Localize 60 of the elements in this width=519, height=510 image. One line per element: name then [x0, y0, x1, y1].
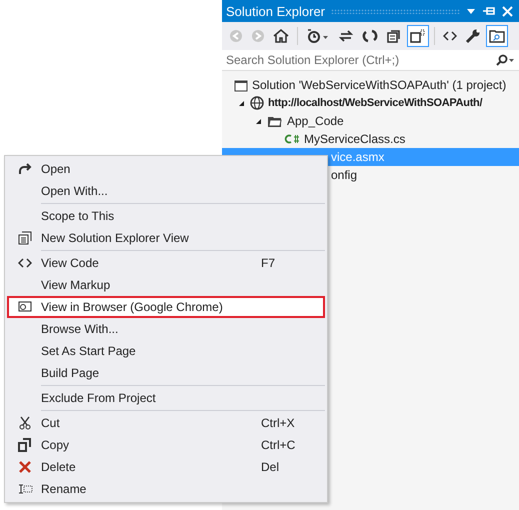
globe-icon: [250, 96, 264, 110]
tree-row[interactable]: http://localhost/WebServiceWithSOAPAuth/: [222, 94, 519, 112]
menu-item[interactable]: Browse With...: [7, 318, 325, 340]
tree-row[interactable]: Solution 'WebServiceWithSOAPAuth' (1 project): [222, 76, 519, 94]
menu-item[interactable]: Exclude From Project: [7, 387, 325, 409]
tree-item-label: Solution 'WebServiceWithSOAPAuth' (1 project): [252, 78, 506, 92]
csharp-file-icon: [284, 133, 300, 145]
shortcut-text: Ctrl+X: [261, 416, 296, 430]
menu-item[interactable]: Open With...: [7, 180, 325, 202]
tree-item-label: http://localhost/WebServiceWithSOAPAuth/: [268, 97, 482, 109]
expanded-triangle-icon[interactable]: [238, 100, 244, 106]
forward-icon: [251, 29, 265, 43]
panel-title: Solution Explorer: [226, 4, 325, 18]
rename-icon: [17, 483, 33, 495]
menu-item[interactable]: Copy Ctrl+C: [7, 434, 325, 456]
sync-icon: [338, 28, 354, 44]
collapse-icon: [386, 28, 402, 44]
back-icon: [229, 29, 243, 43]
menu-item[interactable]: Scope to This: [7, 205, 325, 227]
expanded-triangle-icon[interactable]: [254, 118, 262, 124]
menu-item[interactable]: Delete Del: [7, 456, 325, 478]
search-icon: [495, 54, 515, 66]
tree-item-label: App_Code: [287, 114, 344, 128]
shortcut-text: Del: [261, 460, 280, 474]
solution-icon: [234, 78, 248, 92]
dropdown-icon[interactable]: [466, 7, 476, 15]
menu-item[interactable]: Cut Ctrl+X: [7, 412, 325, 434]
browser-icon: [18, 301, 32, 313]
toolbar-button[interactable]: [486, 25, 508, 47]
window-icon: [18, 231, 32, 245]
tree-row[interactable]: MyServiceClass.cs: [222, 130, 519, 148]
code-icon: [443, 30, 457, 42]
pin-icon[interactable]: [482, 6, 496, 16]
close-icon[interactable]: [502, 6, 513, 16]
redo-arrow-icon: [18, 163, 32, 175]
menu-item[interactable]: View Code F7: [7, 252, 325, 274]
pages-icon: [410, 28, 426, 44]
menu-item[interactable]: View in Browser (Google Chrome): [7, 296, 325, 318]
shortcut-text: F7: [261, 256, 276, 270]
tree-row[interactable]: App_Code: [222, 112, 519, 130]
folder-icon: [267, 114, 283, 128]
tree-item-label: MyServiceClass.cs: [304, 132, 406, 146]
menu-item[interactable]: New Solution Explorer View: [7, 227, 325, 249]
clock-icon: [306, 28, 330, 44]
copy-icon: [18, 438, 32, 452]
wrench-icon: [465, 28, 481, 44]
delete-icon: [18, 460, 32, 474]
menu-item[interactable]: Rename: [7, 478, 325, 500]
toolbar-button[interactable]: [407, 25, 429, 47]
home-icon: [273, 28, 289, 44]
menu-item[interactable]: View Markup: [7, 274, 325, 296]
refresh-icon: [362, 28, 378, 44]
menu-item[interactable]: Set As Start Page: [7, 340, 325, 362]
code-icon: [18, 257, 32, 269]
scissors-icon: [18, 416, 32, 430]
shortcut-text: Ctrl+C: [261, 438, 296, 452]
menu-item[interactable]: Build Page: [7, 362, 325, 384]
tree-item-label: onfig: [331, 168, 358, 182]
tree-item-label: vice.asmx: [331, 150, 384, 164]
preview-icon: [489, 28, 505, 44]
